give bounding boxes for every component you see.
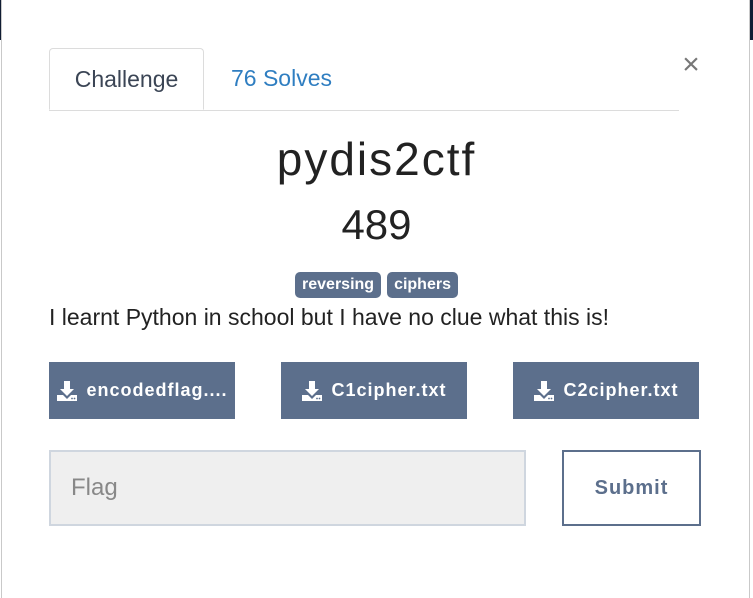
challenge-modal: Challenge 76 Solves × pydis2ctf 489 reve… xyxy=(1,0,750,598)
download-icon xyxy=(301,380,323,402)
challenge-value: 489 xyxy=(341,201,412,248)
file-download-label: C2cipher.txt xyxy=(563,380,679,400)
flag-input[interactable] xyxy=(49,450,526,526)
challenge-name: pydis2ctf xyxy=(276,133,477,185)
close-icon[interactable]: × xyxy=(678,50,704,80)
challenge-tabs: Challenge 76 Solves xyxy=(49,48,679,111)
file-download-label: encodedflag.... xyxy=(86,380,228,400)
file-download-button[interactable]: C1cipher.txt xyxy=(281,362,467,419)
tag-badge: reversing xyxy=(295,272,382,298)
challenge-description: I learnt Python in school but I have no … xyxy=(49,304,609,330)
submit-button[interactable]: Submit xyxy=(562,450,701,526)
tab-challenge[interactable]: Challenge xyxy=(49,48,204,110)
tab-solves[interactable]: 76 Solves xyxy=(204,48,359,110)
file-download-label: C1cipher.txt xyxy=(331,380,447,400)
challenge-tags: reversing ciphers xyxy=(2,272,751,298)
download-icon xyxy=(533,380,555,402)
file-download-button[interactable]: C2cipher.txt xyxy=(513,362,699,419)
tag-badge: ciphers xyxy=(387,272,458,298)
download-icon xyxy=(56,380,78,402)
file-download-button[interactable]: encodedflag.... xyxy=(49,362,235,419)
